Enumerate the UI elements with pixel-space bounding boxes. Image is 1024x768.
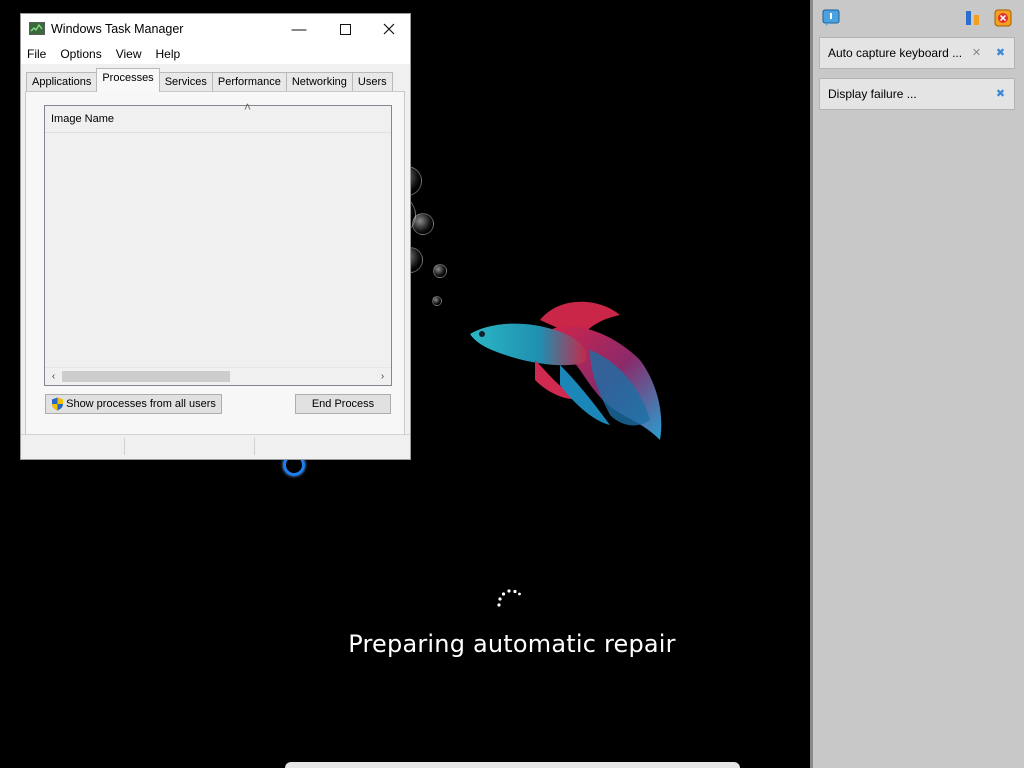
column-header-row: Image Name ˄ xyxy=(45,100,391,133)
menu-file[interactable]: File xyxy=(27,47,46,61)
window-body: Applications Processes Services Performa… xyxy=(21,66,410,459)
window-title: Windows Task Manager xyxy=(51,22,184,36)
menu-help[interactable]: Help xyxy=(156,47,181,61)
maximize-icon xyxy=(339,23,351,35)
status-segment xyxy=(21,438,125,455)
side-panel-toolbar xyxy=(813,0,1024,34)
notification-card[interactable]: Auto capture keyboard ... ✕ ✖ xyxy=(819,37,1015,69)
menu-bar: File Options View Help xyxy=(21,44,410,64)
task-manager-window: Windows Task Manager ― File Options View… xyxy=(20,13,411,460)
task-manager-app-icon xyxy=(29,22,45,35)
notification-card[interactable]: Display failure ... ✖ xyxy=(819,78,1015,110)
bubble-decoration xyxy=(412,213,434,235)
tab-services[interactable]: Services xyxy=(158,72,213,92)
status-segment xyxy=(254,438,394,455)
column-image-name[interactable]: Image Name xyxy=(51,113,114,125)
side-panel: Auto capture keyboard ... ✕ ✖ Display fa… xyxy=(810,0,1024,768)
dismiss-icon[interactable]: ✖ xyxy=(994,47,1007,60)
end-process-button[interactable]: End Process xyxy=(295,394,391,414)
show-all-processes-label: Show processes from all users xyxy=(66,398,216,410)
status-bar xyxy=(21,434,410,459)
scroll-right-icon[interactable]: › xyxy=(374,368,391,385)
tab-performance[interactable]: Performance xyxy=(211,72,287,92)
sort-caret-icon: ˄ xyxy=(244,100,252,114)
tab-networking[interactable]: Networking xyxy=(285,72,353,92)
maximize-button[interactable] xyxy=(322,14,368,44)
processes-panel: Image Name ˄ ‹ › Show processes from all… xyxy=(25,91,405,448)
betta-fish-image xyxy=(470,301,662,440)
horizontal-scrollbar[interactable]: ‹ › xyxy=(45,367,391,385)
notification-label: Display failure ... xyxy=(828,87,917,101)
tab-users[interactable]: Users xyxy=(351,72,393,92)
shield-icon xyxy=(52,397,64,411)
bottom-bar xyxy=(285,762,740,768)
process-list[interactable]: Image Name ˄ ‹ › xyxy=(44,100,392,386)
bubble-decoration xyxy=(433,264,447,278)
tab-applications[interactable]: Applications xyxy=(26,72,98,92)
dismiss-icon[interactable]: ✖ xyxy=(994,88,1007,101)
close-all-icon[interactable] xyxy=(994,9,1012,27)
minimize-button[interactable]: ― xyxy=(276,14,322,44)
notification-label: Auto capture keyboard ... xyxy=(828,46,963,60)
sort-icon[interactable] xyxy=(964,9,982,27)
notification-icon[interactable] xyxy=(822,9,840,27)
scrollbar-thumb[interactable] xyxy=(62,371,230,382)
tab-processes[interactable]: Processes xyxy=(96,68,160,92)
close-icon xyxy=(383,23,395,35)
menu-view[interactable]: View xyxy=(116,47,142,61)
show-all-processes-button[interactable]: Show processes from all users xyxy=(45,394,222,414)
status-segment xyxy=(124,438,255,455)
scroll-left-icon[interactable]: ‹ xyxy=(45,368,62,385)
tab-strip: Applications Processes Services Performa… xyxy=(26,68,393,92)
close-button[interactable] xyxy=(366,14,412,44)
menu-options[interactable]: Options xyxy=(60,47,101,61)
loading-spinner-icon xyxy=(497,589,521,607)
pin-icon[interactable]: ✕ xyxy=(970,47,983,60)
title-bar[interactable]: Windows Task Manager ― xyxy=(21,14,410,44)
